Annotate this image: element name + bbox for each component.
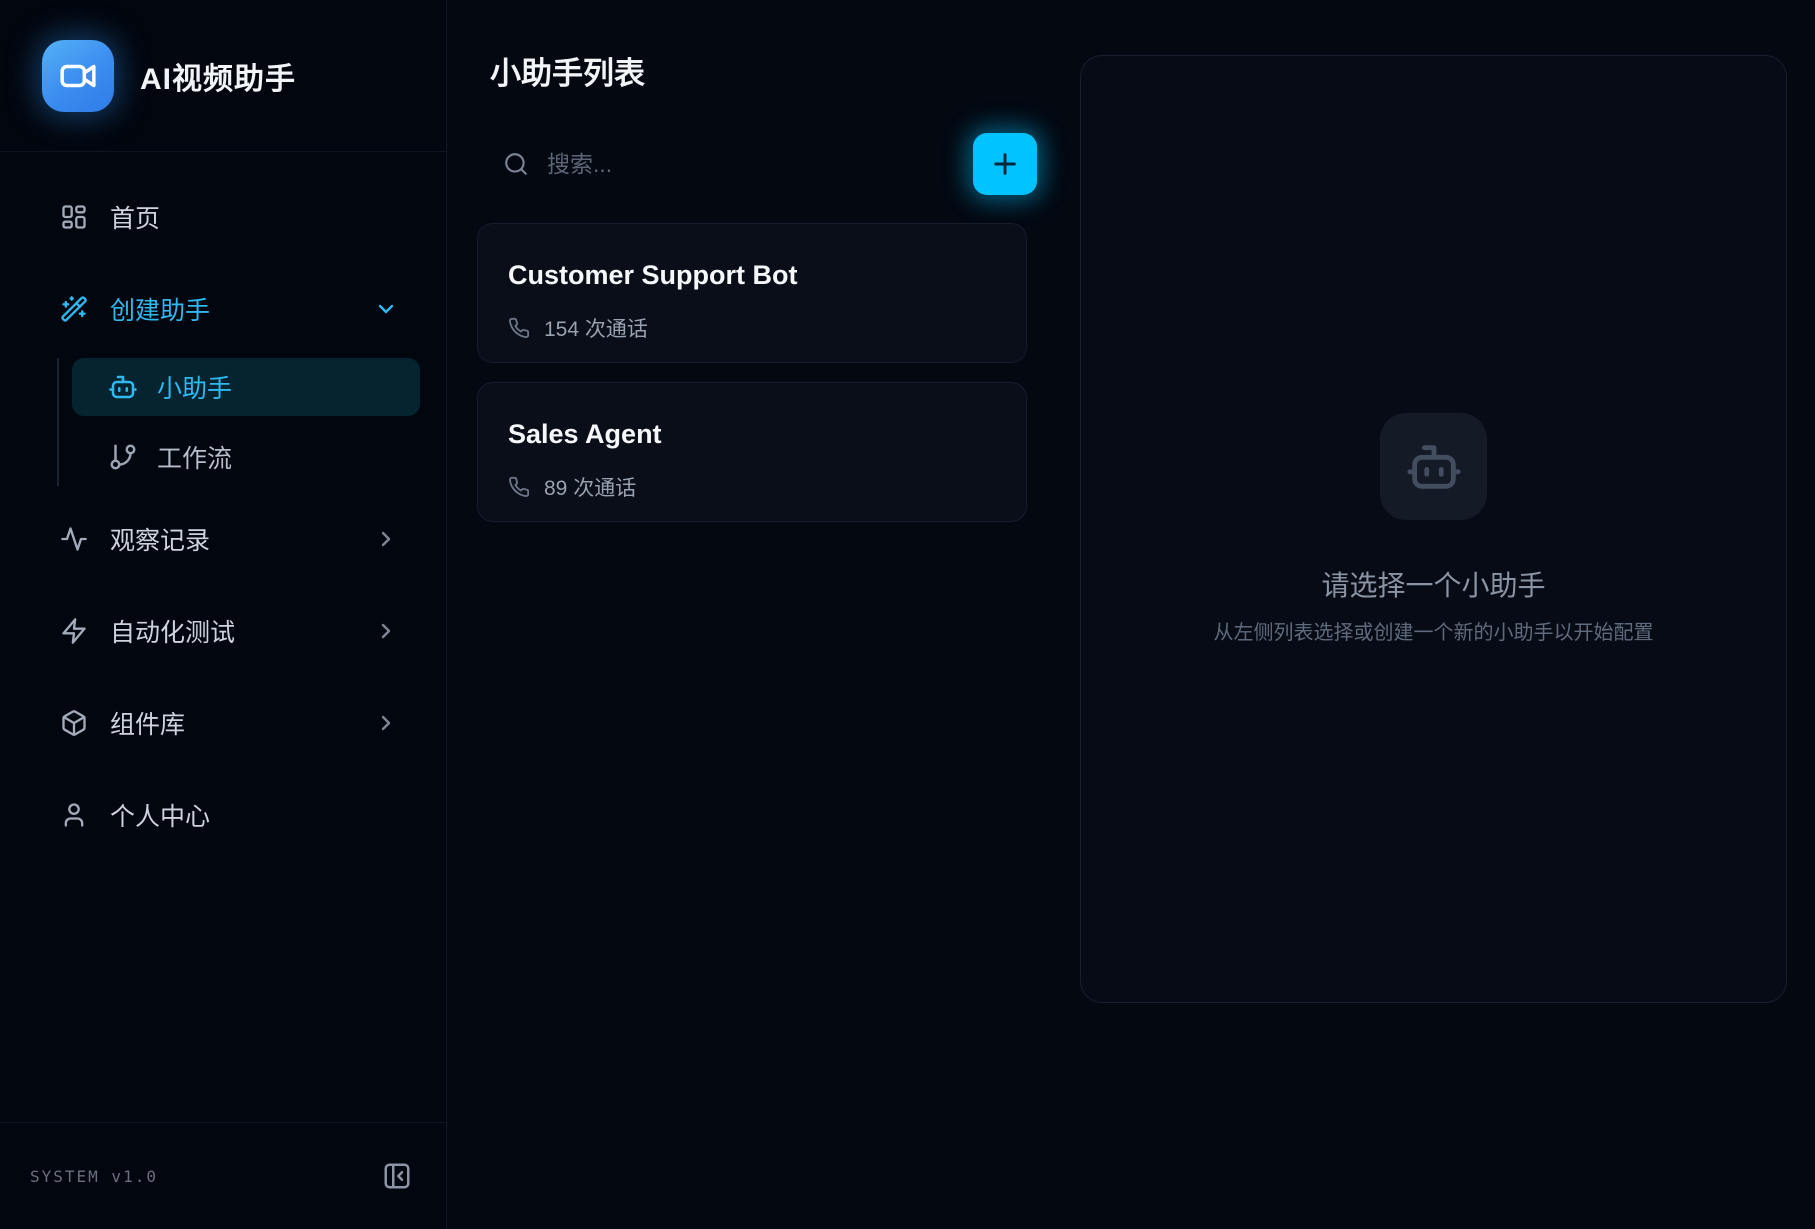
search-row	[490, 133, 950, 195]
plus-icon	[989, 148, 1021, 180]
sidebar-item-profile[interactable]: 个人中心	[26, 786, 420, 844]
bot-icon	[1380, 413, 1487, 520]
chevron-right-icon	[374, 619, 398, 643]
assistant-call-count: 89 次通话	[508, 472, 996, 502]
sidebar-subitem-label: 工作流	[157, 439, 232, 475]
wand-sparkles-icon	[60, 295, 88, 323]
sidebar: AI视频助手 首页 创建助手	[0, 0, 447, 1229]
assistant-detail-panel: 请选择一个小助手 从左侧列表选择或创建一个新的小助手以开始配置	[1080, 55, 1787, 1003]
assistant-card-sales-agent[interactable]: Sales Agent 89 次通话	[477, 382, 1027, 522]
video-camera-icon	[59, 57, 97, 95]
empty-state: 请选择一个小助手 从左侧列表选择或创建一个新的小助手以开始配置	[1214, 413, 1654, 645]
app-logo	[42, 40, 114, 112]
sidebar-item-create-assistant[interactable]: 创建助手	[26, 280, 420, 338]
activity-icon	[60, 525, 88, 553]
sidebar-item-label: 首页	[110, 199, 398, 235]
phone-icon	[508, 476, 530, 498]
sidebar-subitem-label: 小助手	[157, 369, 232, 405]
app-root: AI视频助手 首页 创建助手	[0, 0, 1815, 1229]
box-icon	[60, 709, 88, 737]
search-icon	[503, 151, 529, 177]
sidebar-subitem-workflow[interactable]: 工作流	[72, 428, 420, 486]
sidebar-item-label: 组件库	[110, 705, 374, 741]
sidebar-header: AI视频助手	[0, 0, 446, 152]
git-branch-icon	[108, 442, 138, 472]
sidebar-footer: SYSTEM v1.0	[0, 1122, 446, 1229]
assistant-name: Customer Support Bot	[508, 260, 996, 291]
call-count-label: 89 次通话	[544, 472, 636, 502]
zap-icon	[60, 617, 88, 645]
main-area: 小助手列表 Customer Support Bot 154 次通话	[447, 0, 1815, 1229]
sidebar-item-label: 观察记录	[110, 521, 374, 557]
assistant-name: Sales Agent	[508, 419, 996, 450]
panel-left-close-icon[interactable]	[382, 1161, 412, 1191]
empty-state-title: 请选择一个小助手	[1321, 564, 1545, 604]
chevron-right-icon	[374, 527, 398, 551]
sidebar-item-label: 创建助手	[110, 291, 374, 327]
assistant-call-count: 154 次通话	[508, 313, 996, 343]
sidebar-item-automated-testing[interactable]: 自动化测试	[26, 602, 420, 660]
sidebar-item-home[interactable]: 首页	[26, 188, 420, 246]
app-title: AI视频助手	[140, 54, 296, 98]
bot-icon	[108, 372, 138, 402]
sidebar-subitem-assistants[interactable]: 小助手	[72, 358, 420, 416]
page-title: 小助手列表	[490, 48, 645, 93]
dashboard-icon	[60, 203, 88, 231]
sidebar-item-label: 个人中心	[110, 797, 398, 833]
chevron-right-icon	[374, 711, 398, 735]
sidebar-item-label: 自动化测试	[110, 613, 374, 649]
search-input[interactable]	[547, 151, 950, 178]
assistant-card-customer-support-bot[interactable]: Customer Support Bot 154 次通话	[477, 223, 1027, 363]
assistant-card-list: Customer Support Bot 154 次通话 Sales Agent…	[477, 223, 1027, 541]
add-assistant-button[interactable]	[973, 133, 1037, 195]
create-assistant-submenu: 小助手 工作流	[57, 358, 420, 486]
sidebar-item-component-library[interactable]: 组件库	[26, 694, 420, 752]
empty-state-subtitle: 从左侧列表选择或创建一个新的小助手以开始配置	[1214, 616, 1654, 645]
phone-icon	[508, 317, 530, 339]
sidebar-item-observation-log[interactable]: 观察记录	[26, 510, 420, 568]
sidebar-nav: 首页 创建助手 小助手	[0, 152, 446, 844]
chevron-down-icon	[374, 297, 398, 321]
system-version: SYSTEM v1.0	[30, 1167, 158, 1186]
call-count-label: 154 次通话	[544, 313, 648, 343]
user-icon	[60, 801, 88, 829]
